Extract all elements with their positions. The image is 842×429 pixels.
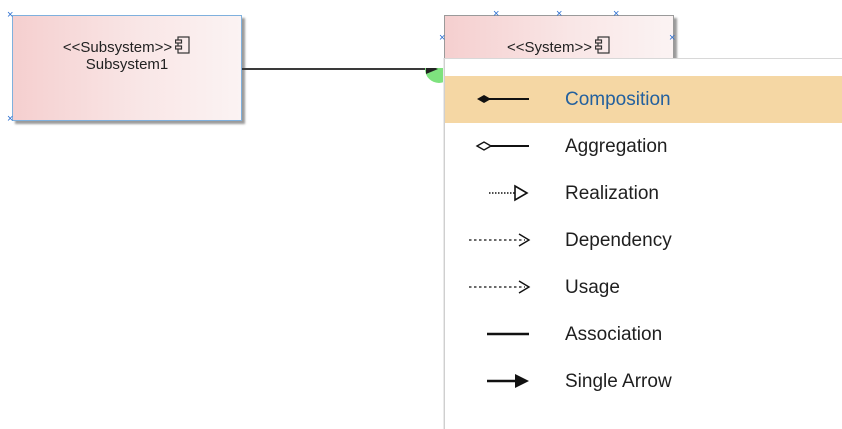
subsystem-stereotype: <<Subsystem>> xyxy=(62,39,173,56)
menu-item-single-arrow[interactable]: Single Arrow xyxy=(445,358,842,405)
single-arrow-icon xyxy=(487,374,529,388)
menu-item-composition[interactable]: Composition xyxy=(445,76,842,123)
subsystem-name: Subsystem1 xyxy=(85,56,169,73)
connector-line xyxy=(242,68,453,83)
dependency-icon xyxy=(469,233,531,247)
menu-item-aggregation[interactable]: Aggregation xyxy=(445,123,842,170)
aggregation-icon xyxy=(475,141,529,151)
relationship-menu: Composition Aggregation Realization Depe… xyxy=(444,58,842,429)
resize-handle-icon[interactable]: × xyxy=(439,33,445,44)
association-icon xyxy=(487,332,529,336)
resize-handle-icon[interactable]: × xyxy=(556,9,562,20)
resize-handle-icon[interactable]: × xyxy=(669,33,675,44)
component-icon xyxy=(175,36,191,58)
subsystem-node[interactable]: <<Subsystem>> Subsystem1 × × xyxy=(7,10,242,125)
component-icon xyxy=(594,36,611,58)
menu-item-association[interactable]: Association xyxy=(445,311,842,358)
resize-handle-icon[interactable]: × xyxy=(613,9,619,20)
menu-item-realization[interactable]: Realization xyxy=(445,170,842,217)
resize-handle-icon[interactable]: × xyxy=(493,9,499,20)
resize-handle-icon[interactable]: × xyxy=(7,114,13,125)
composition-icon xyxy=(477,95,529,103)
menu-item-usage[interactable]: Usage xyxy=(445,264,842,311)
realization-icon xyxy=(489,184,529,202)
system-stereotype: <<System>> xyxy=(506,39,593,56)
resize-handle-icon[interactable]: × xyxy=(7,10,13,21)
usage-icon xyxy=(469,280,531,294)
menu-item-dependency[interactable]: Dependency xyxy=(445,217,842,264)
